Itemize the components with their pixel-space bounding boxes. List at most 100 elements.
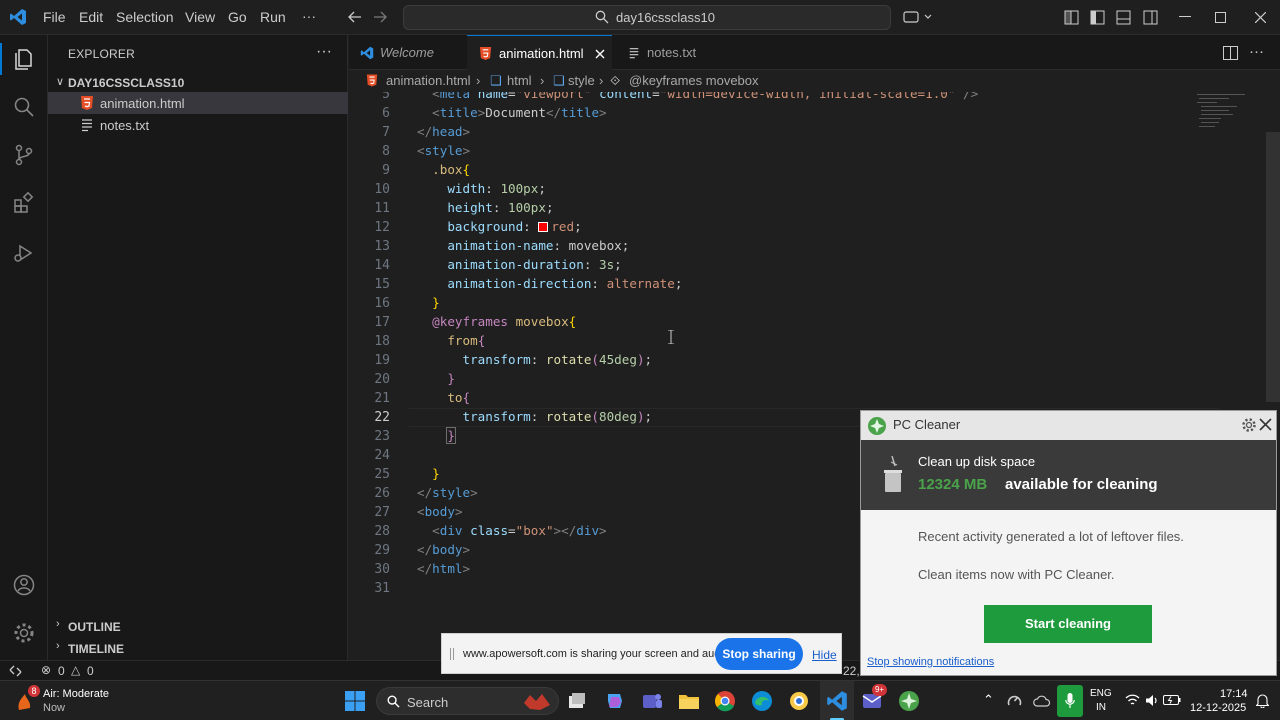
vscode-taskbar-item[interactable]	[820, 681, 854, 720]
breadcrumb-style[interactable]: style	[568, 73, 595, 88]
toggle-secondary-sidebar-icon[interactable]	[1143, 10, 1158, 25]
minimize-icon[interactable]	[1179, 16, 1191, 18]
line-number: 23	[374, 429, 390, 444]
file-item-notes-txt[interactable]: notes.txt	[48, 114, 348, 136]
clock-date[interactable]: 12-12-2025	[1190, 702, 1246, 714]
drag-handle[interactable]	[450, 648, 454, 660]
command-center-search[interactable]: day16cssclass10	[403, 5, 891, 30]
vscode-icon	[360, 46, 374, 60]
wifi-icon[interactable]	[1125, 694, 1140, 707]
minimap[interactable]	[1197, 92, 1263, 132]
menu-edit[interactable]: Edit	[79, 9, 103, 25]
breadcrumb-html[interactable]: html	[507, 73, 532, 88]
line-number-current: 22	[374, 410, 390, 425]
notification-bell-icon[interactable]	[1256, 693, 1269, 708]
outline-section[interactable]: › OUTLINE	[48, 615, 348, 637]
extensions-icon[interactable]	[12, 191, 36, 215]
brackets-icon: ❑	[553, 73, 565, 88]
cloud-icon[interactable]	[1033, 695, 1051, 707]
start-cleaning-button[interactable]: Start cleaning	[984, 605, 1152, 643]
menu-go[interactable]: Go	[228, 9, 247, 25]
weather-label[interactable]: Air: Moderate	[43, 688, 109, 700]
editor-more-actions[interactable]: ···	[1249, 43, 1264, 60]
split-editor-icon[interactable]	[1223, 46, 1238, 60]
explorer-title: EXPLORER	[68, 47, 135, 61]
settings-gear-icon[interactable]	[1241, 417, 1257, 433]
menu-file[interactable]: File	[43, 9, 66, 25]
weather-widget-icon[interactable]: 8	[14, 685, 40, 712]
breadcrumb-file[interactable]: animation.html	[386, 73, 471, 88]
explorer-more-button[interactable]: ···	[316, 43, 332, 61]
search-icon[interactable]	[12, 95, 36, 119]
search-icon	[387, 695, 400, 708]
editor-scrollbar[interactable]	[1266, 132, 1280, 402]
task-view-icon[interactable]	[566, 690, 588, 712]
stop-sharing-button[interactable]: Stop sharing	[715, 638, 803, 670]
breadcrumb-keyframes[interactable]: @keyframes movebox	[629, 73, 759, 88]
line-number: 21	[374, 391, 390, 406]
menu-run[interactable]: Run	[260, 9, 286, 25]
code-line: <div class="box"></div>	[432, 523, 607, 538]
hide-link[interactable]: Hide	[812, 648, 837, 662]
title-bar: File Edit Selection View Go Run ··· day1…	[0, 0, 1280, 35]
line-number: 12	[374, 220, 390, 235]
customize-layout-icon[interactable]	[1064, 10, 1079, 25]
line-number: 29	[374, 543, 390, 558]
close-tab-icon[interactable]	[595, 49, 605, 59]
timeline-section[interactable]: › TIMELINE	[48, 637, 348, 659]
source-control-icon[interactable]	[12, 143, 36, 167]
remote-indicator[interactable]	[0, 661, 32, 681]
share-message: www.apowersoft.com is sharing your scree…	[463, 648, 733, 660]
teams-icon[interactable]	[641, 690, 663, 712]
toggle-primary-sidebar-icon[interactable]	[1090, 10, 1105, 25]
explorer-icon[interactable]	[12, 47, 36, 71]
edge-icon[interactable]	[751, 690, 773, 712]
volume-icon[interactable]	[1145, 694, 1159, 707]
file-explorer-icon[interactable]	[678, 690, 700, 712]
tab-welcome[interactable]: Welcome	[349, 35, 467, 70]
menu-more[interactable]: ···	[302, 8, 316, 24]
stop-showing-notifications-link[interactable]: Stop showing notifications	[867, 656, 994, 668]
errors-count[interactable]: 0	[58, 664, 65, 678]
recorder-app-icon[interactable]	[788, 690, 810, 712]
close-window-icon[interactable]	[1255, 12, 1266, 23]
microphone-active[interactable]	[1057, 685, 1083, 717]
chrome-icon[interactable]	[714, 690, 736, 712]
color-swatch[interactable]	[538, 222, 549, 232]
copilot-icon[interactable]	[903, 9, 933, 25]
close-popup-icon[interactable]	[1259, 418, 1272, 431]
forward-arrow-icon[interactable]	[373, 11, 387, 23]
tray-overflow-icon[interactable]: ⌃	[983, 692, 994, 708]
language-code[interactable]: ENG	[1090, 688, 1112, 699]
toggle-panel-icon[interactable]	[1116, 10, 1131, 25]
tab-animation-html[interactable]: animation.html	[467, 35, 612, 70]
run-debug-icon[interactable]	[12, 241, 36, 265]
pc-cleaner-taskbar-icon[interactable]	[898, 690, 920, 712]
mail-taskbar-item[interactable]: 9+	[861, 684, 887, 712]
copilot-app-icon[interactable]	[604, 690, 626, 712]
tab-label: animation.html	[499, 46, 584, 61]
cursor-position[interactable]: 22,	[843, 664, 860, 678]
maximize-icon[interactable]	[1215, 12, 1226, 23]
battery-icon[interactable]	[1163, 694, 1181, 706]
tab-label: notes.txt	[647, 45, 697, 60]
taskbar-search[interactable]: Search	[376, 687, 559, 715]
clock-time[interactable]: 17:14	[1220, 688, 1248, 700]
folder-row[interactable]: ∨ DAY16CSSCLASS10	[48, 72, 348, 94]
html5-icon	[81, 96, 93, 110]
tray-app-icon[interactable]	[1006, 693, 1023, 709]
code-line: <body>	[417, 504, 463, 519]
accounts-icon[interactable]	[12, 573, 36, 597]
line-number: 14	[374, 258, 390, 273]
windows-start-icon[interactable]	[344, 690, 366, 712]
settings-gear-icon[interactable]	[12, 621, 36, 645]
line-number: 8	[382, 144, 390, 159]
tab-notes-txt[interactable]: notes.txt	[612, 35, 732, 70]
warnings-count[interactable]: 0	[87, 664, 94, 678]
menu-selection[interactable]: Selection	[116, 9, 174, 25]
back-arrow-icon[interactable]	[348, 11, 362, 23]
menu-view[interactable]: View	[185, 9, 215, 25]
code-line: .box{	[432, 162, 471, 177]
microphone-icon	[1065, 693, 1075, 708]
file-item-animation-html[interactable]: animation.html	[48, 92, 348, 114]
